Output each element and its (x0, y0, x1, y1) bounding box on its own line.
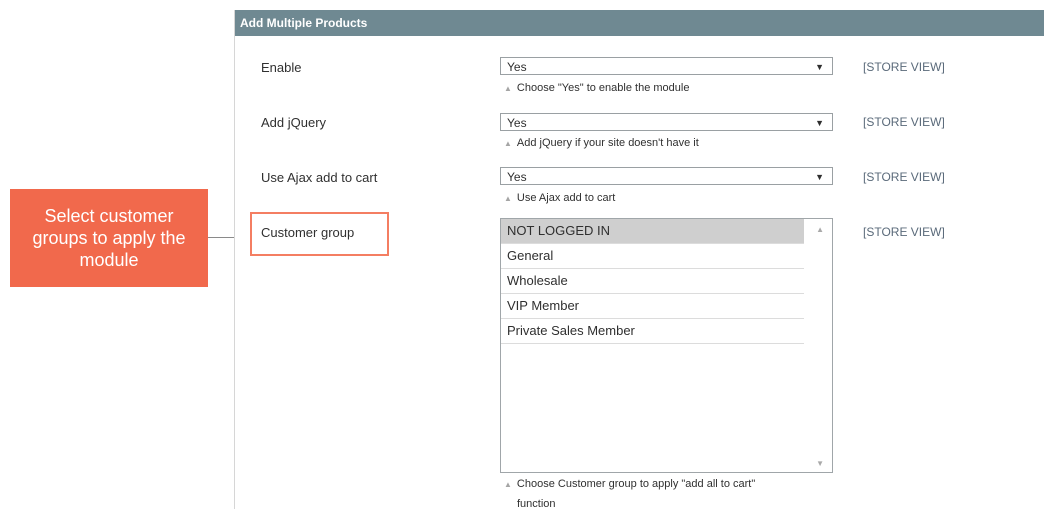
ajax-label: Use Ajax add to cart (261, 170, 378, 185)
panel-title: Add Multiple Products (235, 10, 1044, 36)
enable-select[interactable]: Yes ▼ (500, 57, 833, 75)
chevron-down-icon: ▼ (815, 172, 824, 182)
customer-group-option[interactable]: Private Sales Member (501, 319, 804, 344)
customer-group-note-line2: function (517, 498, 556, 510)
enable-note: ▲ Choose "Yes" to enable the module (504, 82, 689, 94)
chevron-down-icon: ▼ (815, 62, 824, 72)
jquery-label: Add jQuery (261, 115, 327, 130)
note-triangle-icon: ▲ (504, 194, 512, 203)
customer-group-option[interactable]: General (501, 244, 804, 269)
customer-group-scope: [STORE VIEW] (863, 225, 945, 239)
ajax-select-value: Yes (507, 170, 527, 184)
annotation-highlight-box (250, 212, 389, 256)
customer-group-option[interactable]: NOT LOGGED IN (501, 219, 804, 244)
customer-group-option[interactable]: Wholesale (501, 269, 804, 294)
note-triangle-icon: ▲ (504, 139, 512, 148)
annotation-callout-text: Select customer groups to apply the modu… (32, 206, 186, 270)
customer-group-note: ▲ Choose Customer group to apply "add all… (504, 478, 755, 490)
jquery-scope: [STORE VIEW] (863, 115, 945, 129)
ajax-note-text: Use Ajax add to cart (516, 192, 616, 204)
ajax-note: ▲ Use Ajax add to cart (504, 192, 615, 204)
customer-group-option[interactable]: VIP Member (501, 294, 804, 319)
enable-scope: [STORE VIEW] (863, 60, 945, 74)
jquery-select[interactable]: Yes ▼ (500, 113, 833, 131)
chevron-down-icon: ▼ (815, 118, 824, 128)
enable-select-value: Yes (507, 60, 527, 74)
scroll-up-icon[interactable]: ▲ (816, 225, 824, 234)
note-triangle-icon: ▲ (504, 480, 512, 489)
enable-label: Enable (261, 60, 302, 75)
ajax-select[interactable]: Yes ▼ (500, 167, 833, 185)
ajax-scope: [STORE VIEW] (863, 170, 945, 184)
customer-group-note-text: Choose Customer group to apply "add all … (516, 478, 756, 490)
jquery-note: ▲ Add jQuery if your site doesn't have it (504, 137, 699, 149)
scroll-down-icon[interactable]: ▼ (816, 459, 824, 468)
jquery-note-text: Add jQuery if your site doesn't have it (516, 137, 699, 149)
note-triangle-icon: ▲ (504, 84, 512, 93)
config-panel: Add Multiple Products Enable Yes ▼ ▲ Choo… (234, 10, 1044, 510)
enable-note-text: Choose "Yes" to enable the module (516, 82, 690, 94)
customer-group-multiselect[interactable]: NOT LOGGED IN General Wholesale VIP Memb… (500, 218, 833, 473)
annotation-callout: Select customer groups to apply the modu… (10, 189, 208, 287)
jquery-select-value: Yes (507, 116, 527, 130)
